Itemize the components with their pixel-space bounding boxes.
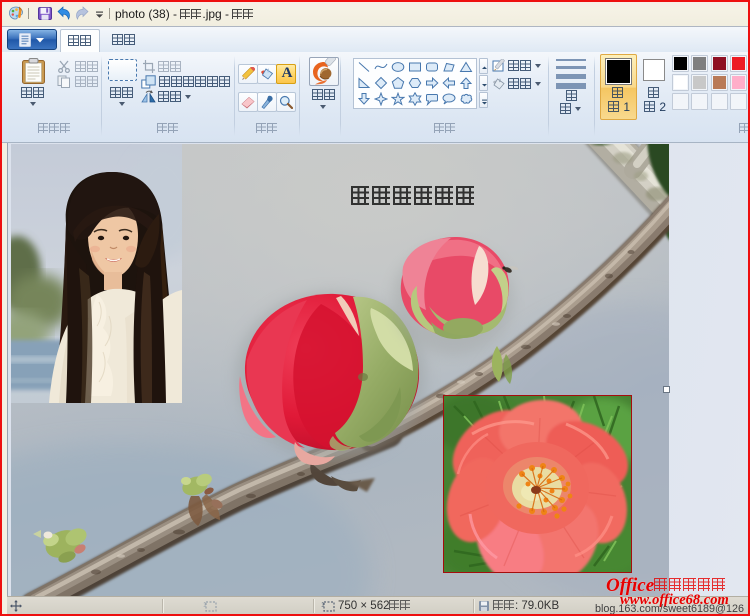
svg-text:1: 1 (203, 602, 207, 609)
svg-text:1: 1 (321, 602, 325, 609)
